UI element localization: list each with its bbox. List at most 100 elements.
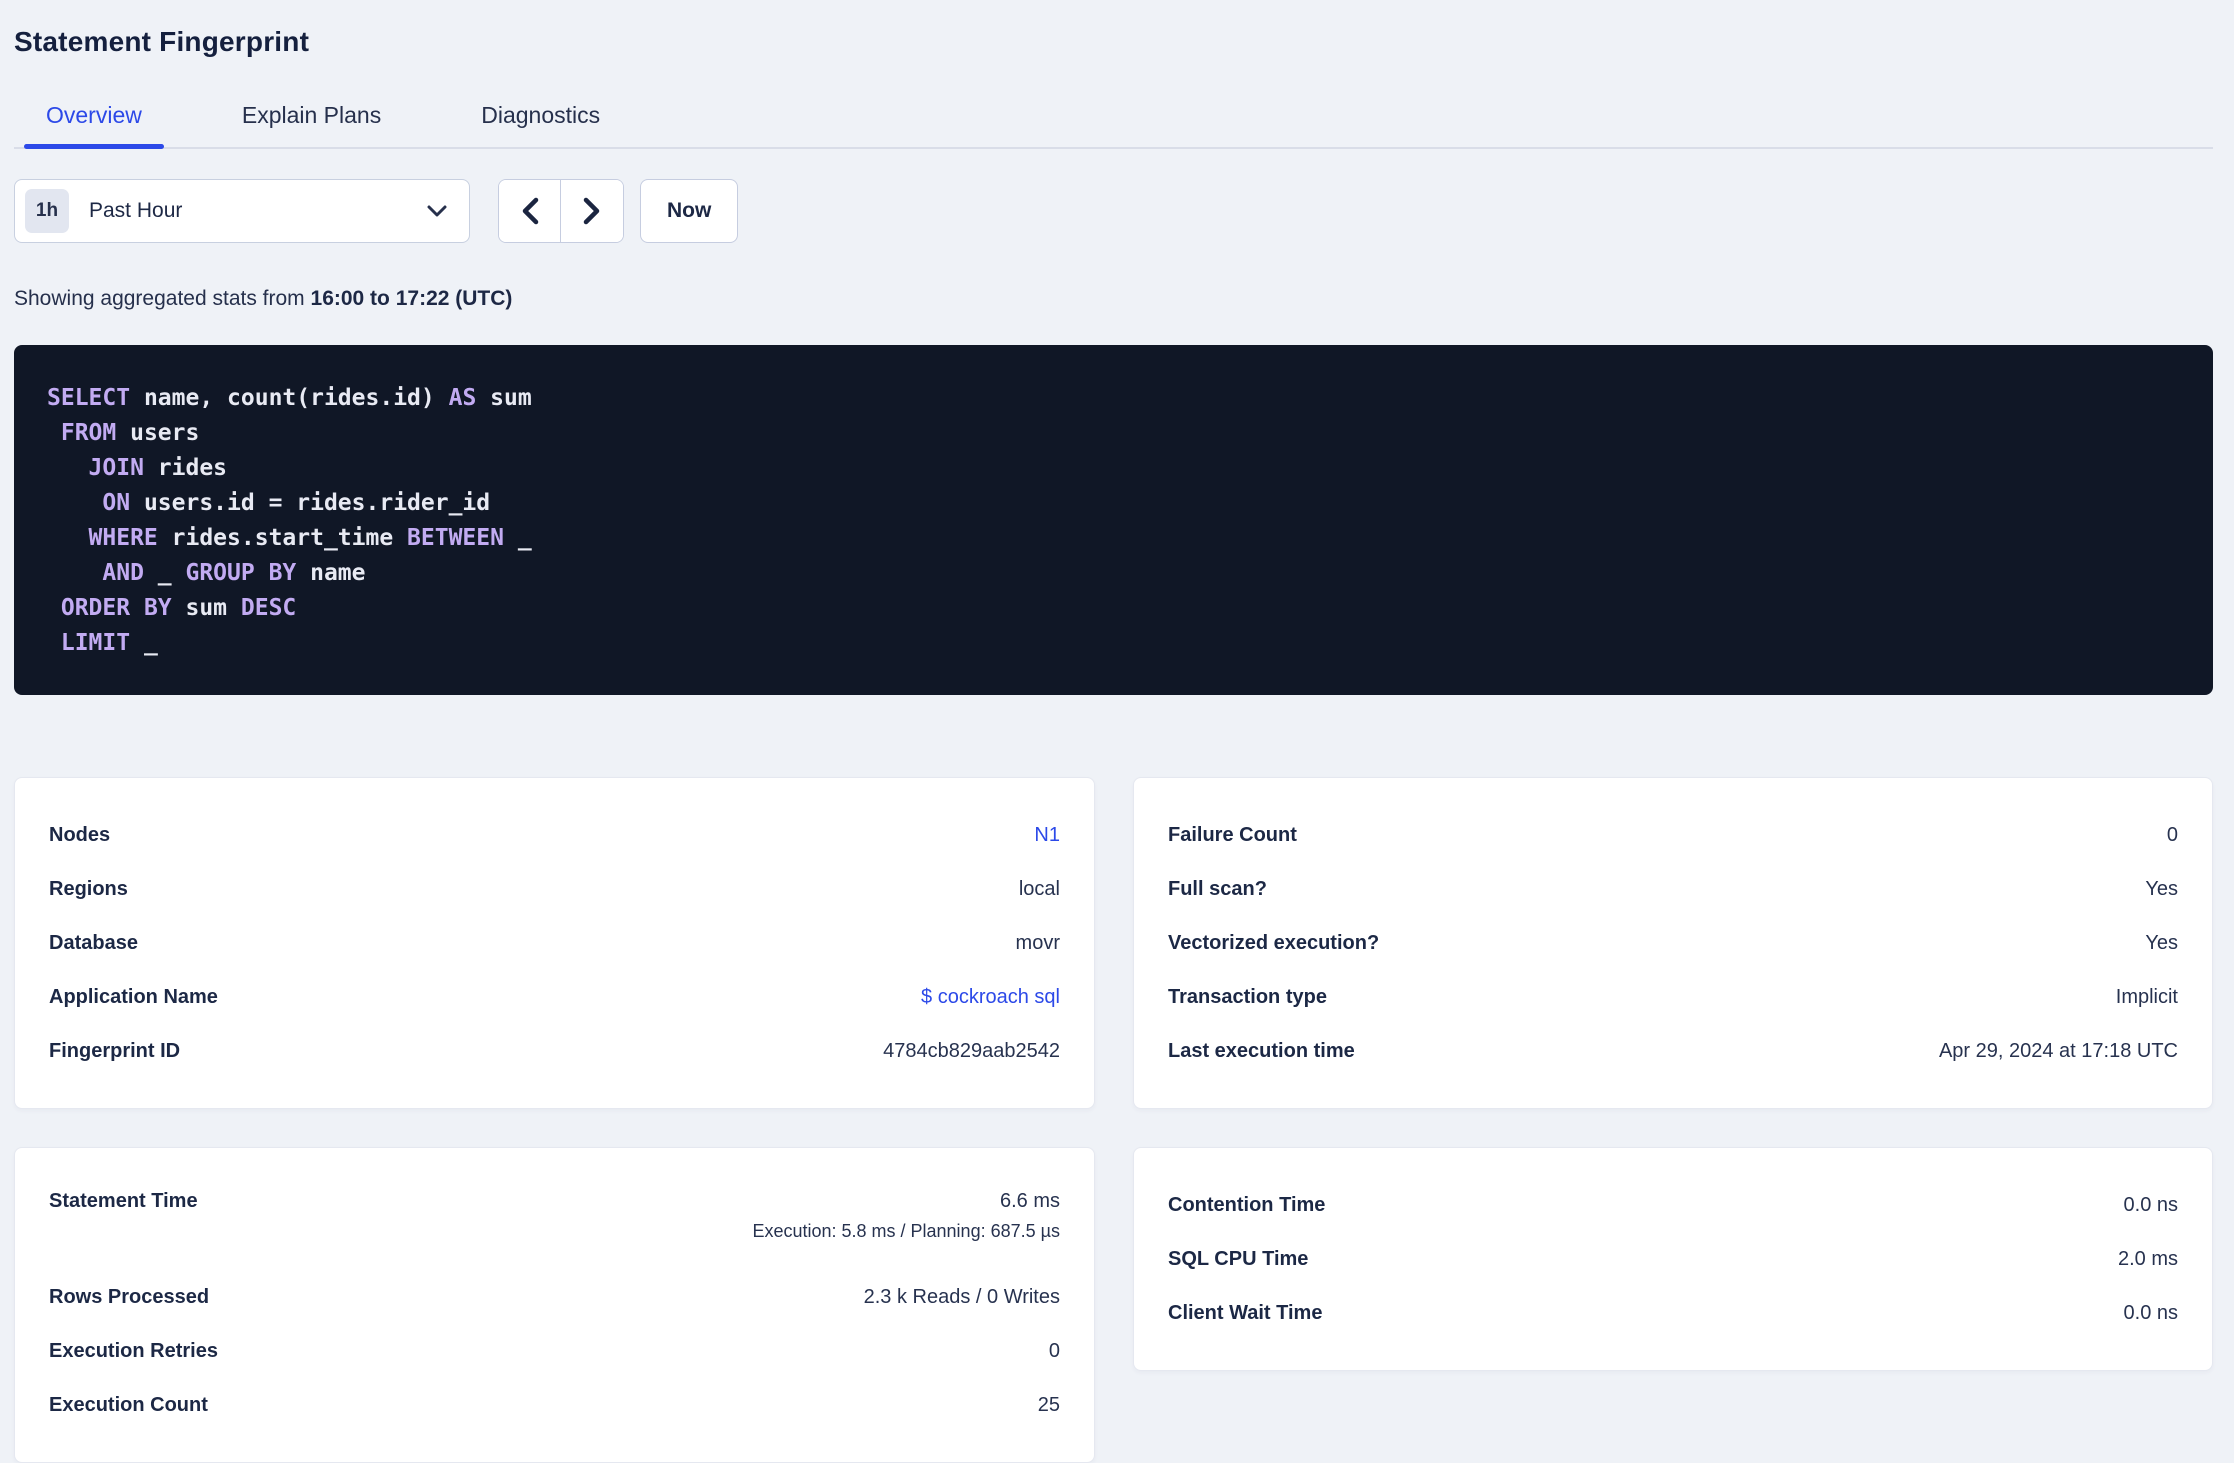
tab-explain-plans[interactable]: Explain Plans	[220, 102, 403, 147]
time-range-label: Past Hour	[89, 199, 183, 222]
sql-text-token: name	[296, 560, 366, 586]
application-name-value-link[interactable]: $ cockroach sql	[921, 986, 1060, 1009]
full-scan-label: Full scan?	[1168, 877, 1267, 900]
rows-processed-value: 2.3 k Reads / 0 Writes	[863, 1285, 1060, 1308]
row-database: Database movr	[49, 916, 1060, 970]
sql-keyword-token: JOIN	[88, 455, 144, 481]
row-nodes: Nodes N1	[49, 808, 1060, 862]
row-execution-retries: Execution Retries 0	[49, 1324, 1060, 1378]
stats-cards: Nodes N1 Regions local Database movr App…	[14, 777, 2213, 1463]
fingerprint-id-value: 4784cb829aab2542	[883, 1039, 1060, 1062]
statement-time-breakdown: Execution: 5.8 ms / Planning: 687.5 µs	[752, 1221, 1060, 1241]
aggregated-stats-text: Showing aggregated stats from 16:00 to 1…	[14, 287, 2213, 311]
row-client-wait-time: Client Wait Time 0.0 ns	[1168, 1286, 2178, 1340]
sql-text-token	[47, 595, 61, 621]
statement-details-card: Nodes N1 Regions local Database movr App…	[14, 777, 1095, 1109]
aggregated-stats-prefix: Showing aggregated stats from	[14, 287, 311, 310]
sql-text-token: _	[503, 525, 532, 551]
time-range-badge: 1h	[25, 189, 69, 233]
client-wait-time-value: 0.0 ns	[2123, 1301, 2178, 1324]
execution-retries-value: 0	[1048, 1339, 1060, 1362]
page-title: Statement Fingerprint	[14, 26, 310, 57]
sql-text-token	[47, 420, 61, 446]
statement-time-label: Statement Time	[49, 1190, 198, 1212]
row-vectorized-execution: Vectorized execution? Yes	[1168, 916, 2178, 970]
sql-keyword-token: SELECT	[47, 385, 131, 411]
sql-text-token: _	[130, 630, 158, 656]
sql-text-token	[47, 525, 89, 551]
statement-fingerprint-page: Statement Fingerprint Overview Explain P…	[0, 0, 2234, 1463]
sql-text-token: users.id = rides.rider_id	[130, 490, 491, 516]
time-step-group	[498, 179, 624, 243]
sql-line: SELECT name, count(rides.id) AS sum	[47, 381, 2183, 416]
chevron-right-icon	[583, 197, 600, 225]
database-value: movr	[1015, 931, 1060, 954]
chevron-left-icon	[522, 197, 538, 225]
sql-text-token: sum	[476, 385, 532, 411]
regions-value: local	[1018, 877, 1060, 900]
time-range-select[interactable]: 1h Past Hour	[14, 179, 470, 243]
row-last-execution-time: Last execution time Apr 29, 2024 at 17:1…	[1168, 1024, 2178, 1078]
vectorized-execution-label: Vectorized execution?	[1168, 931, 1380, 954]
failure-count-value: 0	[2166, 823, 2178, 846]
sql-keyword-token: AS	[448, 385, 477, 411]
now-button[interactable]: Now	[640, 179, 739, 243]
statement-time-card: Statement Time 6.6 ms Execution: 5.8 ms …	[14, 1147, 1095, 1463]
sql-text-token: _	[143, 560, 186, 586]
database-label: Database	[49, 931, 138, 954]
execution-count-value: 25	[1037, 1393, 1060, 1416]
sql-text-token	[47, 455, 89, 481]
row-statement-time: Statement Time 6.6 ms Execution: 5.8 ms …	[49, 1178, 1060, 1270]
nodes-value-link[interactable]: N1	[1034, 824, 1060, 847]
sql-cpu-time-label: SQL CPU Time	[1168, 1247, 1309, 1270]
sql-keyword-token: DESC	[240, 595, 297, 621]
full-scan-value: Yes	[2145, 877, 2178, 900]
row-full-scan: Full scan? Yes	[1168, 862, 2178, 916]
last-execution-time-value: Apr 29, 2024 at 17:18 UTC	[1938, 1039, 2178, 1062]
prev-time-button[interactable]	[499, 180, 561, 242]
contention-time-value: 0.0 ns	[2123, 1193, 2178, 1216]
sql-line: LIMIT _	[47, 626, 2183, 661]
sql-keyword-token: WHERE	[88, 525, 158, 551]
sql-text-token: users	[116, 420, 200, 446]
sql-line: ORDER BY sum DESC	[47, 591, 2183, 626]
next-time-button[interactable]	[561, 180, 623, 242]
sql-text-token	[47, 490, 102, 516]
nodes-label: Nodes	[49, 823, 111, 846]
sql-keyword-token: GROUP BY	[185, 560, 297, 586]
sql-text-token	[47, 630, 61, 656]
sql-text-token: name, count(rides.id)	[130, 385, 449, 411]
statement-time-value: 6.6 ms	[999, 1190, 1060, 1212]
sql-keyword-token: BETWEEN	[407, 525, 504, 551]
last-execution-time-label: Last execution time	[1168, 1039, 1355, 1062]
sql-text-token: sum	[171, 595, 241, 621]
row-regions: Regions local	[49, 862, 1060, 916]
row-failure-count: Failure Count 0	[1168, 808, 2178, 862]
aggregated-stats-range: 16:00 to 17:22 (UTC)	[310, 287, 513, 310]
sql-keyword-token: ON	[102, 490, 131, 516]
chevron-down-icon	[427, 205, 447, 217]
row-sql-cpu-time: SQL CPU Time 2.0 ms	[1168, 1232, 2178, 1286]
statement-time-value-stack: 6.6 ms Execution: 5.8 ms / Planning: 687…	[752, 1190, 1060, 1242]
transaction-type-value: Implicit	[2115, 985, 2178, 1008]
row-execution-count: Execution Count 25	[49, 1378, 1060, 1432]
execution-attributes-card: Failure Count 0 Full scan? Yes Vectorize…	[1133, 777, 2213, 1109]
sql-line: WHERE rides.start_time BETWEEN _	[47, 521, 2183, 556]
row-transaction-type: Transaction type Implicit	[1168, 970, 2178, 1024]
tab-diagnostics[interactable]: Diagnostics	[459, 102, 622, 147]
tab-overview[interactable]: Overview	[24, 102, 164, 149]
sql-line: JOIN rides	[47, 451, 2183, 486]
row-fingerprint-id: Fingerprint ID 4784cb829aab2542	[49, 1024, 1060, 1078]
tab-bar: Overview Explain Plans Diagnostics	[14, 102, 2213, 149]
sql-cpu-time-value: 2.0 ms	[2117, 1247, 2178, 1270]
sql-keyword-token: LIMIT	[60, 630, 131, 656]
row-contention-time: Contention Time 0.0 ns	[1168, 1178, 2178, 1232]
regions-label: Regions	[49, 877, 128, 900]
sql-keyword-token: ORDER BY	[60, 595, 172, 621]
wait-time-card: Contention Time 0.0 ns SQL CPU Time 2.0 …	[1133, 1147, 2213, 1371]
row-application-name: Application Name $ cockroach sql	[49, 970, 1060, 1024]
sql-line: ON users.id = rides.rider_id	[47, 486, 2183, 521]
failure-count-label: Failure Count	[1168, 823, 1297, 846]
transaction-type-label: Transaction type	[1168, 985, 1327, 1008]
sql-keyword-token: AND	[102, 560, 144, 586]
